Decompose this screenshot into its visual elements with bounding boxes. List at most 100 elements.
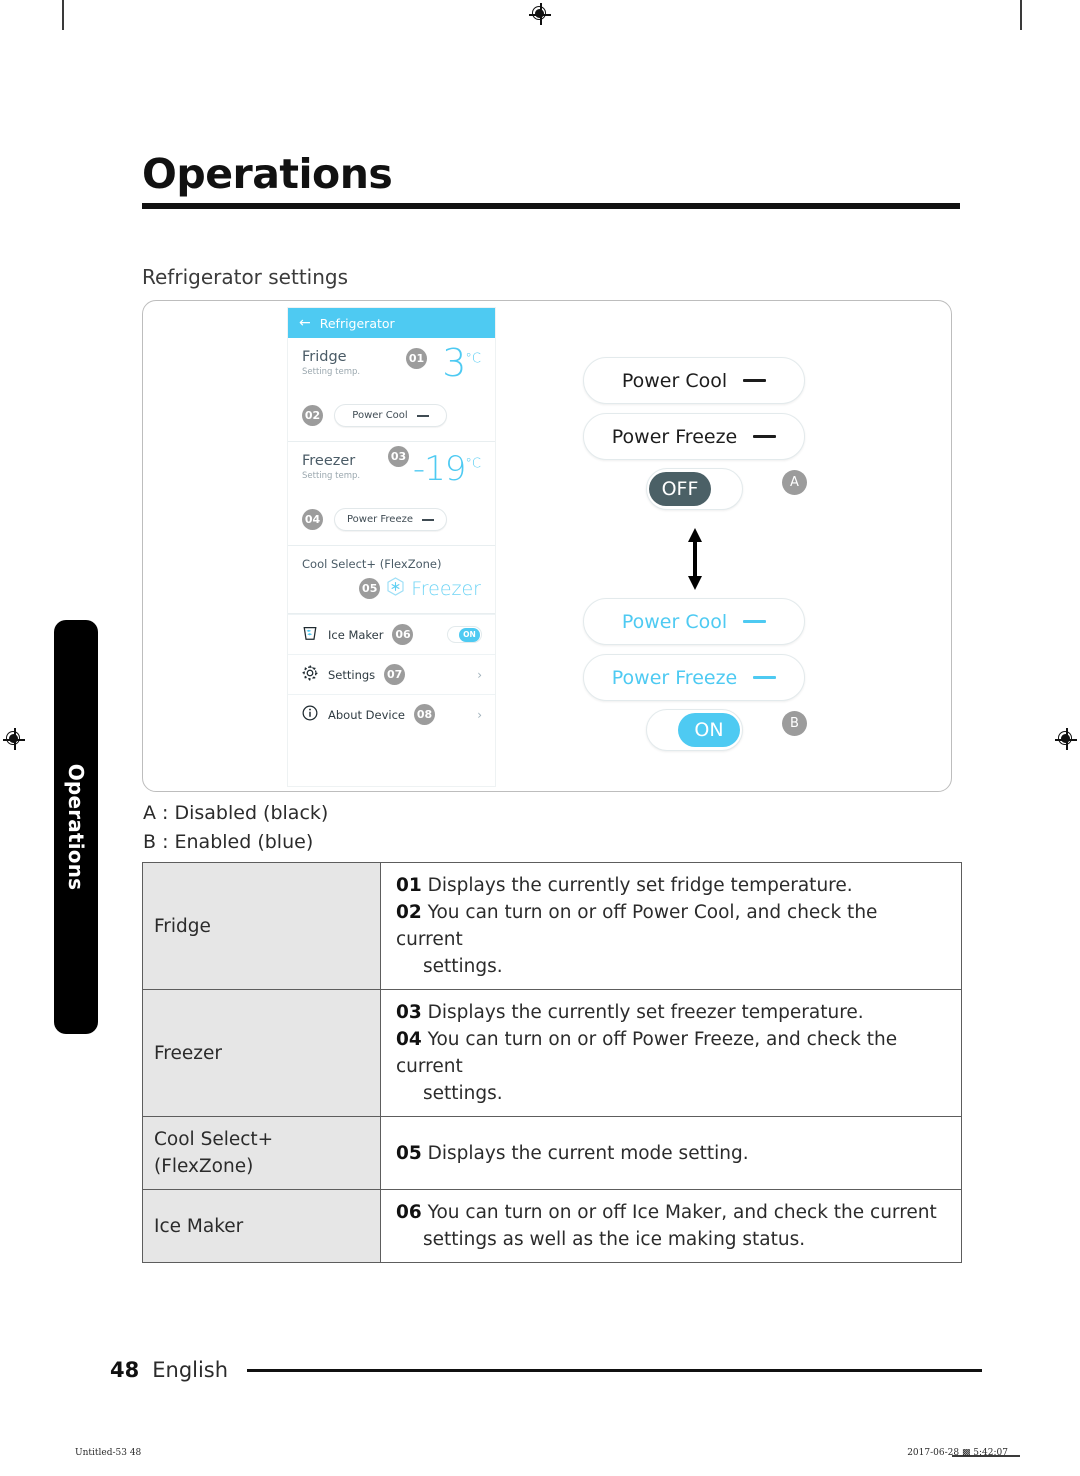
table-cell-value: 03 Displays the currently set freezer te… xyxy=(380,989,962,1117)
list-item-about-device[interactable]: About Device 08 › xyxy=(288,694,495,734)
table-key-line-1: Cool Select+ xyxy=(154,1129,274,1150)
item-text: Displays the currently set freezer tempe… xyxy=(427,1002,864,1023)
snowflake-hex-icon xyxy=(387,577,404,600)
list-item-ice-maker[interactable]: Ice Maker 06 ON xyxy=(288,614,495,654)
item-number: 02 xyxy=(396,902,422,923)
table-key-line-2: (FlexZone) xyxy=(154,1156,254,1177)
dash-icon xyxy=(743,379,767,382)
chevron-right-icon: › xyxy=(477,667,482,682)
chapter-side-tab: Operations xyxy=(54,620,98,1034)
power-freeze-label: Power Freeze xyxy=(611,666,738,689)
registration-mark-right xyxy=(1055,728,1077,750)
crop-mark-top-right xyxy=(1020,0,1022,30)
freezer-temp-unit: °C xyxy=(465,456,481,472)
manual-page: Operations Operations Refrigerator setti… xyxy=(0,0,1080,1476)
table-cell-value: 06 You can turn on or off Ice Maker, and… xyxy=(380,1189,962,1263)
gear-icon xyxy=(301,664,319,686)
table-cell-key: Cool Select+ (FlexZone) xyxy=(142,1116,381,1190)
chevron-right-icon: › xyxy=(477,707,482,722)
legend-line-b: B : Enabled (blue) xyxy=(143,831,314,853)
item-text: You can turn on or off Power Cool, and c… xyxy=(396,902,878,950)
power-freeze-pill[interactable]: Power Freeze xyxy=(334,508,447,531)
table-cell-key: Fridge xyxy=(142,862,381,990)
crop-mark-top-left xyxy=(62,0,64,30)
item-text: Displays the currently set fridge temper… xyxy=(427,875,853,896)
power-cool-button-disabled[interactable]: Power Cool xyxy=(583,357,805,404)
power-freeze-button-disabled[interactable]: Power Freeze xyxy=(583,413,805,460)
page-title: Operations xyxy=(142,150,393,198)
ice-maker-toggle-state: ON xyxy=(459,627,480,642)
dash-icon xyxy=(753,435,777,438)
fridge-temp-unit: °C xyxy=(465,351,481,367)
list-item-settings[interactable]: Settings 07 › xyxy=(288,654,495,694)
item-text: You can turn on or off Ice Maker, and ch… xyxy=(427,1202,937,1223)
callout-badge-05: 05 xyxy=(359,578,381,599)
legend-tag-b: B xyxy=(782,711,807,736)
footer-rule xyxy=(247,1368,983,1372)
registration-mark-left xyxy=(3,728,25,750)
item-number: 06 xyxy=(396,1202,422,1223)
item-number: 01 xyxy=(396,875,422,896)
freezer-temperature: -19°C xyxy=(412,449,481,489)
print-footer-right: 2017-06-28 ▩ 5:42:07 xyxy=(907,1448,1008,1458)
settings-description-table: Fridge 01 Displays the currently set fri… xyxy=(142,862,962,1263)
list-item-label: Settings xyxy=(328,667,376,682)
power-freeze-pill-label: Power Freeze xyxy=(346,514,414,525)
power-toggle-on[interactable]: ON xyxy=(646,709,743,751)
fridge-card: Fridge Setting temp. 01 3°C 02 Power Coo… xyxy=(288,338,495,442)
legend-tag-a: A xyxy=(782,470,807,495)
freezer-card: Freezer Setting temp. 03 -19°C 04 Power … xyxy=(288,442,495,546)
item-number: 05 xyxy=(396,1142,422,1164)
power-cool-label: Power Cool xyxy=(621,610,728,633)
list-item-label: About Device xyxy=(328,707,405,722)
item-text: You can turn on or off Power Freeze, and… xyxy=(396,1029,898,1077)
power-freeze-label: Power Freeze xyxy=(611,425,738,448)
table-cell-value: 01 Displays the currently set fridge tem… xyxy=(380,862,962,990)
table-cell-key: Ice Maker xyxy=(142,1189,381,1263)
ice-maker-icon xyxy=(301,624,319,646)
power-cool-pill[interactable]: Power Cool xyxy=(334,404,447,427)
cool-select-mode-value: Freezer xyxy=(411,577,481,600)
dash-icon xyxy=(416,414,429,417)
list-item-label: Ice Maker xyxy=(328,627,384,642)
power-cool-pill-label: Power Cool xyxy=(352,410,408,421)
callout-badge-04: 04 xyxy=(302,509,323,530)
item-number: 04 xyxy=(396,1029,422,1050)
dash-icon xyxy=(422,518,435,521)
item-text-continued: settings. xyxy=(423,1083,503,1104)
illustration-panel: ← Refrigerator Fridge Setting temp. 01 3… xyxy=(142,300,952,792)
table-row: Ice Maker 06 You can turn on or off Ice … xyxy=(142,1189,962,1263)
callout-badge-06: 06 xyxy=(392,624,414,645)
item-text: Displays the current mode setting. xyxy=(427,1142,749,1164)
callout-badge-07: 07 xyxy=(384,664,406,685)
app-bar: ← Refrigerator xyxy=(288,308,495,338)
page-number: 48 xyxy=(110,1358,140,1382)
power-cool-button-enabled[interactable]: Power Cool xyxy=(583,598,805,645)
legend-line-a: A : Disabled (black) xyxy=(143,802,329,824)
double-arrow-vertical-icon xyxy=(686,528,704,590)
callout-badge-02: 02 xyxy=(302,405,323,426)
table-cell-value: 05 Displays the current mode setting. xyxy=(380,1116,962,1190)
title-rule xyxy=(142,203,960,209)
power-freeze-button-enabled[interactable]: Power Freeze xyxy=(583,654,805,701)
cool-select-card: Cool Select+ (FlexZone) 05 Freezer xyxy=(288,546,495,614)
ice-maker-toggle[interactable]: ON xyxy=(447,626,482,643)
table-row: Freezer 03 Displays the currently set fr… xyxy=(142,989,962,1117)
callout-badge-08: 08 xyxy=(414,704,435,725)
page-language: English xyxy=(152,1358,229,1382)
chapter-side-tab-label: Operations xyxy=(64,763,88,891)
table-row: Fridge 01 Displays the currently set fri… xyxy=(142,862,962,990)
item-number: 03 xyxy=(396,1002,422,1023)
print-footer-left: Untitled-53 48 xyxy=(75,1448,142,1458)
phone-screen-mockup: ← Refrigerator Fridge Setting temp. 01 3… xyxy=(288,308,495,786)
callout-badge-03: 03 xyxy=(388,446,409,467)
page-footer: 48 English xyxy=(110,1358,983,1382)
cool-select-label: Cool Select+ (FlexZone) xyxy=(302,557,442,571)
power-cool-label: Power Cool xyxy=(621,369,728,392)
arrow-left-icon[interactable]: ← xyxy=(299,316,311,330)
power-toggle-off-label: OFF xyxy=(649,472,711,506)
callout-badge-01: 01 xyxy=(406,348,427,369)
app-bar-title: Refrigerator xyxy=(319,315,395,331)
dash-icon xyxy=(753,676,777,679)
power-toggle-off[interactable]: OFF xyxy=(646,468,743,510)
